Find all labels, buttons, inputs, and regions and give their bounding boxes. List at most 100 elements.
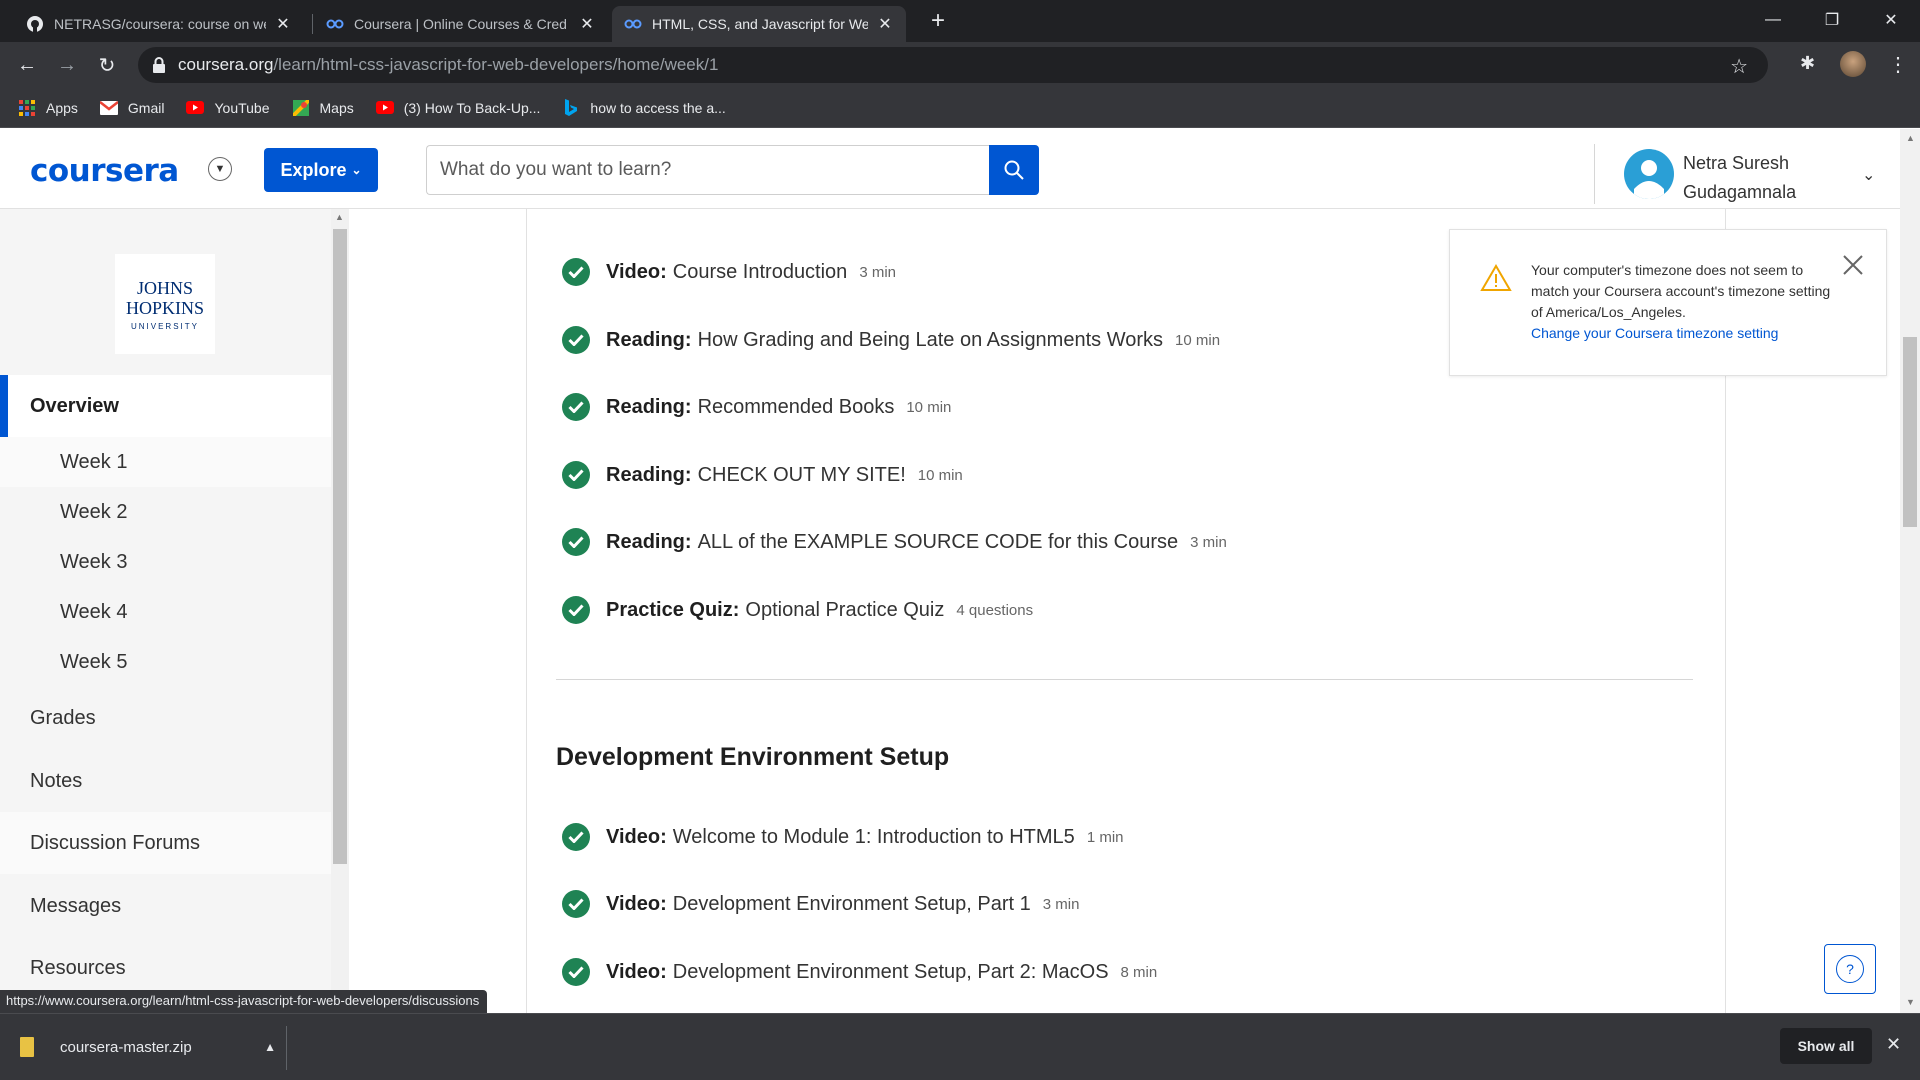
window-close-button[interactable]: ✕	[1862, 0, 1920, 40]
bookmark-bing[interactable]: how to access the a...	[562, 98, 726, 116]
coursera-page: coursera ▼ Explore ⌄ Netra Suresh Gudaga…	[0, 129, 1920, 1013]
search-button[interactable]	[989, 145, 1039, 195]
minimize-button[interactable]: —	[1744, 0, 1802, 40]
check-circle-icon	[562, 823, 590, 851]
lesson-item[interactable]: Reading: CHECK OUT MY SITE! 10 min	[562, 460, 963, 490]
sidebar-item-week-3[interactable]: Week 3	[0, 537, 331, 587]
zip-file-icon	[20, 1037, 34, 1057]
lesson-type: Reading:	[606, 328, 692, 351]
coursera-icon	[624, 15, 642, 33]
header-divider	[1594, 144, 1595, 204]
timezone-settings-link[interactable]: Change your Coursera timezone setting	[1531, 323, 1831, 344]
tab-course-active[interactable]: HTML, CSS, and Javascript for We ✕	[612, 6, 906, 42]
chevron-down-icon[interactable]: ⌄	[1862, 165, 1875, 185]
sidebar-item-notes[interactable]: Notes	[0, 750, 331, 812]
lesson-item[interactable]: Video: Development Environment Setup, Pa…	[562, 889, 1079, 919]
lesson-duration: 4 questions	[956, 601, 1034, 619]
tab-coursera-home[interactable]: Coursera | Online Courses & Cred ✕	[314, 6, 608, 42]
address-bar[interactable]: coursera.org/learn/html-css-javascript-f…	[138, 47, 1768, 83]
bookmark-youtube[interactable]: YouTube	[186, 100, 270, 116]
youtube-icon	[186, 100, 205, 116]
new-tab-button[interactable]: +	[924, 8, 952, 36]
sidebar-item-overview[interactable]: Overview	[0, 375, 331, 437]
lesson-item[interactable]: Video: Welcome to Module 1: Introduction…	[562, 822, 1124, 852]
lesson-item[interactable]: Video: Course Introduction 3 min	[562, 257, 896, 287]
sidebar-scroll-thumb[interactable]	[333, 229, 347, 864]
lesson-title: Course Introduction	[672, 260, 848, 283]
lesson-title: ALL of the EXAMPLE SOURCE CODE for this …	[697, 530, 1179, 553]
sidebar-item-grades[interactable]: Grades	[0, 687, 331, 749]
sidebar-scrollbar[interactable]: ▲	[331, 209, 349, 1013]
university-logo: JOHNS HOPKINS UNIVERSITY	[115, 254, 215, 354]
sidebar-item-week-5[interactable]: Week 5	[0, 637, 331, 687]
close-icon[interactable]: ✕	[1886, 1034, 1901, 1055]
maps-icon	[292, 99, 310, 116]
lesson-duration: 10 min	[917, 466, 963, 484]
scroll-up-icon[interactable]: ▲	[1906, 133, 1915, 143]
lesson-title: CHECK OUT MY SITE!	[697, 463, 906, 486]
bookmark-gmail[interactable]: Gmail	[99, 99, 165, 116]
lesson-duration: 3 min	[859, 263, 896, 281]
coursera-logo[interactable]: coursera	[30, 153, 179, 189]
help-button[interactable]: ?	[1824, 944, 1876, 994]
section-title: Development Environment Setup	[556, 743, 950, 771]
help-icon: ?	[1836, 955, 1864, 983]
user-name[interactable]: Netra Suresh Gudagamnala	[1683, 149, 1823, 207]
lesson-duration: 8 min	[1120, 963, 1158, 981]
lesson-duration: 10 min	[906, 398, 952, 416]
check-circle-icon	[562, 958, 590, 986]
close-icon[interactable]: ✕	[274, 14, 292, 34]
chevron-down-icon[interactable]: ▼	[208, 157, 232, 181]
lesson-title: Recommended Books	[697, 395, 895, 418]
bookmark-label: Gmail	[127, 99, 165, 116]
forward-button[interactable]: →	[52, 50, 82, 80]
sidebar-item-week-2[interactable]: Week 2	[0, 487, 331, 537]
lesson-item[interactable]: Practice Quiz: Optional Practice Quiz 4 …	[562, 595, 1033, 625]
tab-separator	[312, 14, 313, 34]
browser-profile-avatar[interactable]	[1840, 51, 1866, 77]
bookmark-maps[interactable]: Maps	[292, 99, 354, 116]
lesson-item[interactable]: Video: Development Environment Setup, Pa…	[562, 957, 1157, 987]
lesson-item[interactable]: Reading: How Grading and Being Late on A…	[562, 325, 1220, 355]
tab-title: HTML, CSS, and Javascript for We	[652, 16, 868, 32]
timezone-notice: Your computer's timezone does not seem t…	[1449, 229, 1887, 376]
sidebar-item-discussion-forums[interactable]: Discussion Forums	[0, 812, 331, 874]
avatar[interactable]	[1624, 149, 1674, 199]
url-path: /learn/html-css-javascript-for-web-devel…	[273, 55, 719, 74]
lesson-type: Reading:	[606, 395, 692, 418]
bookmark-apps[interactable]: Apps	[18, 99, 78, 116]
download-item[interactable]: coursera-master.zip ▲	[20, 1022, 286, 1072]
browser-menu-icon[interactable]: ⋮	[1888, 52, 1908, 77]
page-scrollbar[interactable]: ▲ ▼	[1900, 129, 1920, 1013]
sidebar-item-messages[interactable]: Messages	[0, 875, 331, 937]
bookmark-star-icon[interactable]: ☆	[1730, 54, 1748, 79]
chevron-up-icon[interactable]: ▲	[264, 1040, 276, 1054]
tab-github[interactable]: NETRASG/coursera: course on we ✕	[14, 6, 304, 42]
lesson-title: Welcome to Module 1: Introduction to HTM…	[672, 825, 1075, 848]
show-all-button[interactable]: Show all	[1780, 1028, 1872, 1064]
sidebar-item-week-4[interactable]: Week 4	[0, 587, 331, 637]
scroll-down-icon[interactable]: ▼	[1906, 997, 1915, 1007]
lesson-item[interactable]: Reading: ALL of the EXAMPLE SOURCE CODE …	[562, 527, 1227, 557]
page-scroll-thumb[interactable]	[1903, 337, 1917, 527]
bing-icon	[562, 98, 580, 116]
scroll-up-icon[interactable]: ▲	[335, 212, 344, 222]
lesson-duration: 1 min	[1086, 828, 1124, 846]
back-button[interactable]: ←	[12, 50, 42, 80]
bookmarks-bar: Apps Gmail YouTube Maps (3) How To Back-…	[0, 88, 1920, 128]
extensions-icon[interactable]: ✱	[1800, 53, 1815, 74]
lesson-title: Development Environment Setup, Part 2: M…	[672, 960, 1109, 983]
reload-button[interactable]: ↻	[92, 50, 122, 80]
bookmark-label: Maps	[319, 99, 354, 116]
close-icon[interactable]: ✕	[578, 14, 596, 34]
explore-button[interactable]: Explore ⌄	[264, 148, 378, 192]
sidebar-item-week-1[interactable]: Week 1	[0, 437, 331, 487]
restore-button[interactable]: ❐	[1803, 0, 1861, 40]
bookmark-youtube-backup[interactable]: (3) How To Back-Up...	[375, 100, 540, 116]
search-input[interactable]	[426, 145, 990, 195]
close-icon[interactable]: ✕	[876, 14, 894, 34]
check-circle-icon	[562, 596, 590, 624]
check-circle-icon	[562, 326, 590, 354]
lesson-item[interactable]: Reading: Recommended Books 10 min	[562, 392, 951, 422]
close-icon[interactable]	[1840, 252, 1866, 278]
